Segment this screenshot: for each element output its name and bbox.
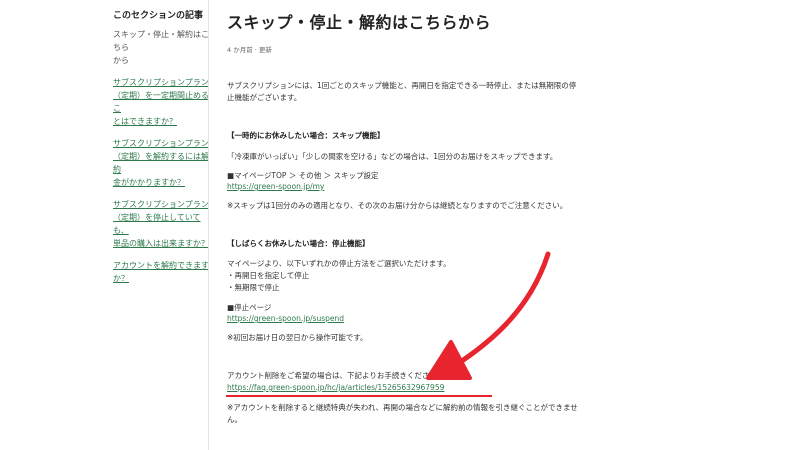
sidebar-item-account-cancel[interactable]: アカウントを解約できます か？ xyxy=(113,259,213,285)
article-sidebar: このセクションの記事 スキップ・停止・解約はこちら から サブスクリプションプラ… xyxy=(113,8,213,294)
article-meta: 4 か月前 · 更新 xyxy=(227,46,272,54)
sidebar-item-line: サブスクリプションプラン xyxy=(113,139,209,148)
account-description: アカウント削除をご希望の場合は、下記よりお手続きください。 xyxy=(227,371,445,380)
skip-note: ※スキップは1回分のみの適用となり、その次のお届け分からは継続となりますのでご注… xyxy=(227,201,568,210)
skip-heading: 【一時的にお休みしたい場合：スキップ機能】 xyxy=(227,131,385,140)
stop-link[interactable]: https://green-spoon.jp/suspend xyxy=(227,313,587,325)
intro-line: サブスクリプションには、1回ごとのスキップ機能と、再開日を指定できる一時停止、ま… xyxy=(227,81,577,90)
account-delete-link[interactable]: https://faq.green-spoon.jp/hc/ja/article… xyxy=(227,382,587,394)
account-note-line: ※アカウントを削除すると継続特典が失われ、再開の場合などに解約前の情報を引き継ぐ… xyxy=(227,403,578,412)
sidebar-item-line: から xyxy=(113,56,129,65)
stop-note: ※初回お届け日の翌日から操作可能です。 xyxy=(227,333,368,342)
stop-description: マイページより、以下いずれかの停止方法をご選択いただけます。 xyxy=(227,259,451,268)
account-note-line: ん。 xyxy=(227,415,242,424)
sidebar-item-line: （定期）を停止していても、 xyxy=(113,213,201,235)
sidebar-item-line: 単品の購入は出来ますか？ xyxy=(113,239,209,248)
skip-description: 「冷凍庫がいっぱい」「少しの間家を空ける」などの場合は、1回分のお届けをスキップ… xyxy=(227,152,558,161)
intro-line: 止機能がございます。 xyxy=(227,93,302,102)
sidebar-item-line: とはできますか？ xyxy=(113,117,177,126)
article-main: スキップ・停止・解約はこちらから 4 か月前 · 更新 サブスクリプションには、… xyxy=(227,0,782,424)
sidebar-item-line: 金がかかりますか？ xyxy=(113,178,185,187)
article-title: スキップ・停止・解約はこちらから xyxy=(227,13,492,32)
account-note: ※アカウントを削除すると継続特典が失われ、再開の場合などに解約前の情報を引き継ぐ… xyxy=(227,402,787,426)
sidebar-item-line: か？ xyxy=(113,274,129,283)
sidebar-item-line: サブスクリプションプラン xyxy=(113,78,209,87)
skip-link[interactable]: https://green-spoon.jp/my xyxy=(227,181,587,193)
sidebar-item-line: アカウントを解約できます xyxy=(113,261,209,270)
sidebar-item-single-purchase[interactable]: サブスクリプションプラン （定期）を停止していても、 単品の購入は出来ますか？ xyxy=(113,198,213,250)
stop-option-date: ・再開日を指定して停止 xyxy=(227,271,310,280)
stop-heading: 【しばらくお休みしたい場合：停止機能】 xyxy=(227,239,370,248)
sidebar-item-current: スキップ・停止・解約はこちら から xyxy=(113,28,213,67)
sidebar-item-cancel-fee[interactable]: サブスクリプションプラン （定期）を解約するには解約 金がかかりますか？ xyxy=(113,137,213,189)
sidebar-item-line: サブスクリプションプラン xyxy=(113,200,209,209)
red-underline-annotation xyxy=(226,395,492,397)
intro-paragraph: サブスクリプションには、1回ごとのスキップ機能と、再開日を指定できる一時停止、ま… xyxy=(227,80,787,104)
column-divider xyxy=(208,0,209,450)
sidebar-item-line: スキップ・停止・解約はこちら xyxy=(113,30,209,52)
sidebar-item-pause-period[interactable]: サブスクリプションプラン （定期）を一定期間止めるこ とはできますか？ xyxy=(113,76,213,128)
sidebar-section-title: このセクションの記事 xyxy=(113,11,204,21)
sidebar-item-line: （定期）を一定期間止めるこ xyxy=(113,91,209,113)
stop-option-indefinite: ・無期限で停止 xyxy=(227,283,280,292)
sidebar-item-line: （定期）を解約するには解約 xyxy=(113,152,209,174)
